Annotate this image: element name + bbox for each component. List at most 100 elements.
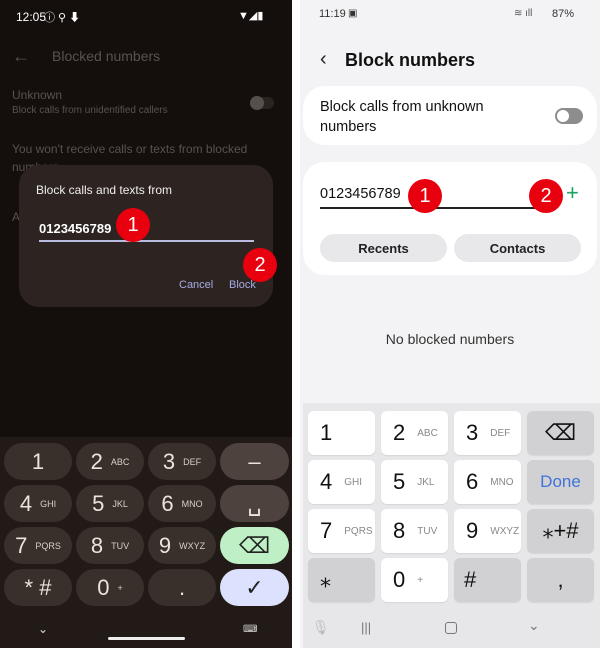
key-digit: 5 <box>393 469 406 494</box>
dialpad-key[interactable]: 1 <box>4 443 72 480</box>
hide-keyboard-chevron-icon[interactable]: ⌄ <box>528 617 540 634</box>
unknown-toggle[interactable] <box>555 108 583 124</box>
block-button[interactable]: Block <box>229 279 256 291</box>
keyboard-key[interactable]: , <box>527 558 594 602</box>
add-plus-icon[interactable]: + <box>566 180 579 206</box>
unknown-toggle[interactable] <box>250 96 274 110</box>
key-letters: PQRS <box>344 525 373 537</box>
keyboard-key[interactable]: 8 TUV <box>381 509 448 553</box>
dialpad-key[interactable]: 9 WXYZ <box>148 527 216 564</box>
recents-button[interactable]: Recents <box>320 234 447 262</box>
dialog-title: Block calls and texts from <box>36 183 173 197</box>
dialpad-key[interactable]: ␣ <box>220 485 289 522</box>
dialpad-key[interactable]: 0 + <box>76 569 144 606</box>
key-letters: GHI <box>40 498 57 509</box>
keyboard-key[interactable]: ⁎+# <box>527 509 594 553</box>
key-digit: 2 <box>393 420 406 445</box>
key-digit: 3 <box>466 420 479 445</box>
keyboard-key[interactable]: 5 JKL <box>381 460 448 504</box>
key-digit: 7 <box>320 518 333 543</box>
key-letters: PQRS <box>35 540 61 551</box>
key-digit: ⌫ <box>238 532 271 558</box>
step-badge-1: 1 <box>408 179 442 213</box>
keyboard-key[interactable]: 3 DEF <box>454 411 521 455</box>
key-digit: – <box>248 448 261 474</box>
key-letters: MNO <box>181 498 203 509</box>
key-letters: ABC <box>110 456 130 467</box>
microphone-icon[interactable]: 🎙 <box>312 619 330 636</box>
dialpad-key[interactable]: 4 GHI <box>4 485 72 522</box>
back-chevron-icon[interactable]: ‹ <box>320 48 327 71</box>
keyboard-switch-icon[interactable]: ⌨ <box>243 624 257 635</box>
keyboard-key[interactable]: 9 WXYZ <box>454 509 521 553</box>
dialpad-key[interactable]: * # <box>4 569 72 606</box>
key-digit: 6 <box>161 490 174 516</box>
key-digit: 5 <box>92 490 105 516</box>
key-digit: 7 <box>15 532 28 558</box>
dialpad-key[interactable]: 6 MNO <box>148 485 216 522</box>
key-digit: 3 <box>162 448 176 474</box>
contacts-button[interactable]: Contacts <box>454 234 581 262</box>
dialpad-key[interactable]: 8 TUV <box>76 527 144 564</box>
back-arrow-icon[interactable]: ← <box>12 46 30 67</box>
number-input[interactable]: 0123456789 <box>320 186 401 202</box>
dialpad-key[interactable]: . <box>148 569 216 606</box>
dialpad-key[interactable]: ✓ <box>220 569 289 606</box>
cancel-button[interactable]: Cancel <box>179 279 213 291</box>
key-digit: 9 <box>158 532 172 558</box>
unknown-toggle-label: Block calls from unknown numbers <box>320 99 484 135</box>
key-digit: 2 <box>90 448 103 474</box>
key-letters: + <box>417 574 424 586</box>
empty-state: No blocked numbers <box>385 331 515 347</box>
keyboard-key[interactable]: 4 GHI <box>308 460 375 504</box>
keyboard-key[interactable]: ⁎ <box>308 558 375 602</box>
unknown-numbers-card[interactable]: Block calls from unknown numbers <box>303 86 597 145</box>
key-digit: 8 <box>393 518 406 543</box>
dialpad-key[interactable]: 3 DEF <box>148 443 216 480</box>
key-digit: , <box>557 567 564 592</box>
key-letters: GHI <box>344 476 363 488</box>
status-icons: ⓘ ⚲ ⬇ <box>44 12 81 24</box>
recents-nav-icon[interactable]: ||| <box>361 620 371 635</box>
keyboard-key[interactable]: Done <box>527 460 594 504</box>
key-letters: ABC <box>417 427 438 439</box>
dialpad-key[interactable]: 5 JKL <box>76 485 144 522</box>
key-digit: 6 <box>466 469 479 494</box>
key-digit: 0 <box>393 567 406 592</box>
battery-percent: 87% <box>552 8 575 20</box>
key-digit: 1 <box>31 448 45 474</box>
wifi-signal-icon: ≋ ıll <box>514 8 533 19</box>
key-letters: WXYZ <box>490 525 520 537</box>
key-digit: 4 <box>19 490 33 516</box>
key-digit: 8 <box>90 532 104 558</box>
home-handle[interactable] <box>108 637 185 640</box>
key-digit: # <box>464 567 477 592</box>
wifi-signal-battery-icon: ▼◢▮ <box>238 10 264 22</box>
key-digit: ⁎ <box>320 567 331 592</box>
key-digit: Done <box>540 472 581 491</box>
keyboard-key[interactable]: # <box>454 558 521 602</box>
key-letters: TUV <box>111 540 130 551</box>
dialpad-key[interactable]: 2 ABC <box>76 443 144 480</box>
key-digit: 9 <box>466 518 479 543</box>
keyboard-key[interactable]: 2 ABC <box>381 411 448 455</box>
keyboard-key[interactable]: ⌫ <box>527 411 594 455</box>
dialpad-key[interactable]: – <box>220 443 289 480</box>
key-letters: JKL <box>112 498 128 509</box>
home-nav-icon[interactable] <box>445 622 457 634</box>
dialpad-key[interactable]: ⌫ <box>220 527 289 564</box>
page-title: Block numbers <box>345 50 476 70</box>
keyboard-key[interactable]: 1 <box>308 411 375 455</box>
step-badge-1: 1 <box>116 208 150 242</box>
android-screen: 12:05 ⓘ ⚲ ⬇ ▼◢▮ ← Blocked numbers Unknow… <box>0 0 292 648</box>
keyboard-key[interactable]: 6 MNO <box>454 460 521 504</box>
key-digit: 0 <box>97 574 110 600</box>
keyboard-key[interactable]: 0 + <box>381 558 448 602</box>
dialpad-key[interactable]: 7 PQRS <box>4 527 72 564</box>
keyboard-key[interactable]: 7 PQRS <box>308 509 375 553</box>
hide-keyboard-chevron-icon[interactable]: ⌄ <box>38 622 48 636</box>
key-letters: JKL <box>417 476 435 488</box>
key-letters: TUV <box>417 525 438 537</box>
number-input[interactable]: 0123456789 <box>39 221 111 236</box>
key-letters: DEF <box>183 456 202 467</box>
